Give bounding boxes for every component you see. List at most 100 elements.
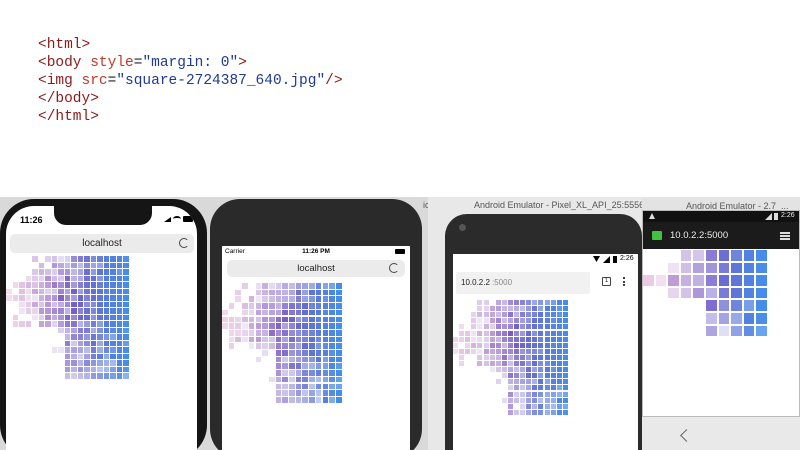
image-square: [12, 282, 18, 288]
image-square: [315, 336, 322, 343]
image-square: [45, 256, 51, 262]
image-square: [322, 296, 329, 303]
image-square: [562, 336, 568, 342]
image-square: [116, 360, 122, 366]
image-square: [123, 327, 129, 333]
address-text: localhost: [297, 263, 335, 274]
image-square: [84, 360, 90, 366]
image-square: [64, 262, 70, 268]
address-bar[interactable]: 10.0.2.2 :5000: [456, 272, 590, 294]
address-bar[interactable]: localhost: [10, 234, 194, 253]
image-square: [77, 269, 83, 275]
image-square: [532, 312, 538, 318]
image-square: [335, 363, 342, 370]
image-square: [668, 275, 679, 286]
image-square: [335, 383, 342, 390]
image-square: [329, 356, 335, 363]
reload-icon[interactable]: [179, 238, 189, 248]
image-square: [532, 318, 538, 324]
image-square: [282, 350, 288, 356]
image-square: [309, 303, 315, 309]
image-square: [507, 336, 513, 342]
menu-icon[interactable]: [780, 232, 790, 240]
image-square: [123, 347, 129, 353]
image-square: [289, 356, 295, 363]
menu-icon[interactable]: [623, 277, 625, 286]
image-square: [706, 313, 717, 324]
image-square: [228, 329, 235, 336]
image-square: [309, 383, 315, 390]
image-square: [302, 303, 309, 309]
app-bar: 10.0.2.2:5000: [643, 222, 799, 249]
image-square: [97, 282, 103, 288]
image-square: [538, 379, 544, 385]
image-square: [556, 324, 562, 330]
address-bar[interactable]: localhost: [227, 260, 405, 277]
image-square: [501, 312, 507, 318]
image-square: [483, 324, 489, 330]
image-square: [556, 397, 562, 403]
image-square: [289, 323, 295, 329]
image-square: [51, 275, 57, 281]
image-square: [116, 353, 122, 359]
image-square: [471, 324, 477, 330]
image-square: [322, 390, 329, 396]
image-square: [248, 316, 255, 323]
image-square: [315, 303, 322, 309]
image-square: [19, 321, 25, 327]
image-square: [309, 390, 315, 396]
image-square: [538, 324, 544, 330]
image-square: [90, 321, 96, 327]
image-square: [335, 343, 342, 349]
image-square: [110, 295, 116, 301]
image-square: [103, 366, 109, 372]
image-square: [97, 301, 103, 307]
image-square: [315, 370, 322, 376]
image-square: [556, 391, 562, 397]
image-square: [235, 323, 242, 329]
image-square: [495, 336, 501, 342]
image-square: [544, 306, 550, 312]
image-square: [477, 354, 483, 360]
image-square: [532, 300, 538, 306]
image-square: [302, 370, 309, 376]
tab-count-button[interactable]: 1: [602, 277, 611, 286]
image-square: [38, 314, 44, 320]
image-square: [19, 301, 25, 307]
image-square: [97, 353, 103, 359]
image-square: [520, 306, 526, 312]
image-square: [58, 295, 64, 301]
image-square: [295, 396, 302, 403]
image-square: [302, 376, 309, 383]
image-square: [643, 275, 654, 286]
image-square: [471, 330, 477, 336]
image-square: [532, 373, 538, 379]
image-square: [295, 316, 302, 323]
image-square: [495, 330, 501, 336]
back-icon[interactable]: [680, 429, 693, 442]
image-square: [550, 318, 556, 324]
image-square: [275, 376, 282, 383]
image-square: [335, 283, 342, 289]
image-square: [116, 321, 122, 327]
image-square: [123, 353, 129, 359]
image-square: [51, 288, 57, 294]
image-square: [459, 330, 465, 336]
image-square: [38, 275, 44, 281]
image-square: [302, 323, 309, 329]
image-square: [77, 314, 83, 320]
image-square: [84, 269, 90, 275]
address-text[interactable]: 10.0.2.2:5000: [670, 230, 728, 241]
image-square: [322, 303, 329, 309]
image-square: [295, 383, 302, 390]
image-square: [45, 295, 51, 301]
image-square: [235, 296, 242, 303]
image-square: [90, 373, 96, 379]
image-square: [295, 289, 302, 296]
image-square: [743, 262, 755, 274]
status-bar: 2:26: [643, 211, 799, 222]
image-square: [520, 318, 526, 324]
reload-icon[interactable]: [389, 263, 399, 273]
image-square: [97, 295, 103, 301]
image-square: [262, 309, 268, 316]
